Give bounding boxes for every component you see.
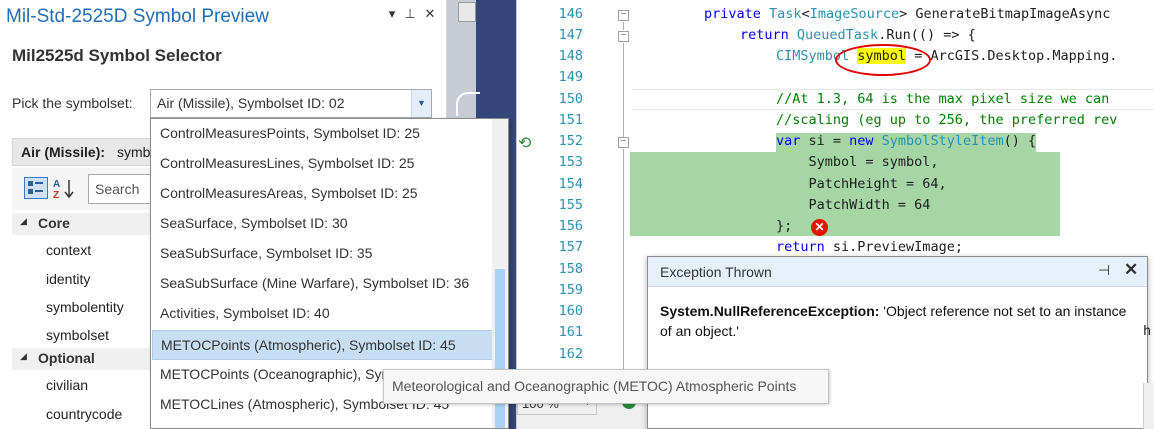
line-number: 157: [558, 239, 583, 255]
line-number: 150: [558, 91, 583, 107]
line-number: 158: [558, 261, 583, 277]
code-line-156: };: [776, 218, 793, 234]
dropdown-item[interactable]: ControlMeasuresPoints, Symbolset ID: 25: [152, 119, 494, 149]
code-line-151: //scaling (eg up to 256, the preferred r…: [776, 112, 1118, 128]
code-line-155: PatchWidth = 64: [776, 197, 931, 213]
property-row-symbolentity[interactable]: symbolentity: [12, 293, 152, 321]
property-label: symbolset: [46, 327, 110, 343]
annotation-circle: [835, 44, 931, 76]
exception-message: System.NullReferenceException: 'Object r…: [660, 301, 1130, 341]
line-number: 161: [558, 324, 583, 340]
property-label: identity: [46, 271, 91, 287]
svg-text:Z: Z: [53, 190, 59, 200]
pin-icon[interactable]: ⊥: [402, 6, 418, 22]
exception-header: Exception Thrown ⊣ ✕: [648, 257, 1147, 287]
dropdown-item[interactable]: ControlMeasuresLines, Symbolset ID: 25: [152, 149, 494, 179]
property-row-symbolset[interactable]: symbolset: [12, 321, 152, 349]
line-number: 160: [558, 303, 583, 319]
fold-toggle-icon[interactable]: −: [618, 10, 629, 21]
line-number: 153: [558, 154, 583, 170]
dropdown-item[interactable]: ControlMeasuresAreas, Symbolset ID: 25: [152, 179, 494, 209]
close-icon[interactable]: ✕: [422, 6, 438, 22]
property-row-civilian[interactable]: civilian: [12, 371, 152, 399]
error-icon[interactable]: ✕: [811, 219, 828, 236]
code-line-154: PatchHeight = 64,: [776, 176, 947, 192]
line-number: 149: [558, 69, 583, 85]
code-line-146: private Task<ImageSource> GenerateBitmap…: [704, 6, 1111, 22]
line-number: 155: [558, 197, 583, 213]
property-header-subtitle: symb: [117, 144, 151, 160]
category-core[interactable]: ◢ Core: [12, 213, 152, 235]
scrollbar-thumb[interactable]: [495, 269, 505, 428]
exception-title: Exception Thrown: [660, 264, 772, 280]
pane-dropdown-button[interactable]: ▾: [384, 6, 400, 22]
code-line-152: var si = new SymbolStyleItem() {: [776, 133, 1037, 154]
sync-arrow-icon[interactable]: ⟲: [518, 133, 538, 153]
dropdown-item[interactable]: SeaSubSurface, Symbolset ID: 35: [152, 239, 494, 269]
property-row-countrycode[interactable]: countrycode: [12, 400, 152, 428]
dropdown-item[interactable]: SeaSubSurface (Mine Warfare), Symbolset …: [152, 269, 494, 299]
categorized-view-icon[interactable]: [24, 177, 48, 199]
line-number: 151: [558, 112, 583, 128]
line-number: 146: [558, 6, 583, 22]
property-row-identity[interactable]: identity: [12, 265, 152, 293]
code-line-148: CIMSymbol symbol = ArcGIS.Desktop.Mappin…: [776, 48, 1118, 64]
fold-toggle-icon[interactable]: −: [618, 31, 629, 42]
combobox-value: Air (Missile), Symbolset ID: 02: [157, 95, 345, 111]
property-row-context[interactable]: context: [12, 236, 152, 264]
selector-title: Mil2525d Symbol Selector: [12, 46, 222, 65]
connector-curve: [456, 92, 480, 116]
line-number: 159: [558, 282, 583, 298]
line-number: 156: [558, 218, 583, 234]
fold-guide: [623, 43, 624, 137]
pin-icon[interactable]: ⊣: [1098, 262, 1110, 279]
line-number: 148: [558, 48, 583, 64]
property-label: countrycode: [46, 406, 123, 422]
code-fragment: h: [1143, 323, 1152, 339]
svg-text:A: A: [53, 179, 60, 190]
line-number: 147: [558, 27, 583, 43]
property-header-title: Air (Missile):: [21, 144, 106, 160]
sort-alphabetical-icon[interactable]: A Z: [52, 176, 76, 201]
chevron-down-icon[interactable]: ▼: [411, 90, 431, 117]
dropdown-item-selected[interactable]: METOCPoints (Atmospheric), Symbolset ID:…: [152, 330, 494, 360]
category-optional[interactable]: ◢ Optional: [12, 348, 152, 370]
pane-title: Mil-Std-2525D Symbol Preview: [6, 6, 269, 27]
collapse-arrow-icon[interactable]: ◢: [20, 351, 27, 362]
thumbnail-icon: [458, 2, 476, 22]
property-label: symbolentity: [46, 299, 124, 315]
collapse-arrow-icon[interactable]: ◢: [20, 216, 27, 227]
close-icon[interactable]: ✕: [1124, 260, 1138, 280]
code-line-153: Symbol = symbol,: [776, 154, 939, 170]
dropdown-item[interactable]: SeaSurface, Symbolset ID: 30: [152, 209, 494, 239]
dropdown-item[interactable]: Activities, Symbolset ID: 40: [152, 299, 494, 329]
line-number: 154: [558, 176, 583, 192]
search-placeholder: Search: [95, 181, 140, 197]
property-label: context: [46, 242, 92, 258]
category-label: Core: [38, 215, 70, 231]
exception-type: System.NullReferenceException:: [660, 303, 880, 319]
tooltip-text: Meteorological and Oceanographic (METOC)…: [392, 378, 797, 394]
code-line-150: //At 1.3, 64 is the max pixel size we ca…: [776, 91, 1110, 107]
category-label: Optional: [38, 350, 95, 366]
pick-symbolset-label: Pick the symbolset:: [12, 95, 133, 111]
code-line-147: return QueuedTask.Run(() => {: [740, 27, 976, 43]
fold-guide: [623, 22, 624, 30]
scrollbar-stub[interactable]: [1143, 383, 1154, 429]
item-tooltip: Meteorological and Oceanographic (METOC)…: [383, 369, 829, 404]
line-number: 162: [558, 346, 583, 362]
fold-guide: [623, 149, 624, 375]
symbolset-combobox[interactable]: Air (Missile), Symbolset ID: 02 ▼: [150, 89, 432, 118]
fold-toggle-icon[interactable]: −: [618, 137, 629, 148]
property-label: civilian: [46, 377, 89, 393]
